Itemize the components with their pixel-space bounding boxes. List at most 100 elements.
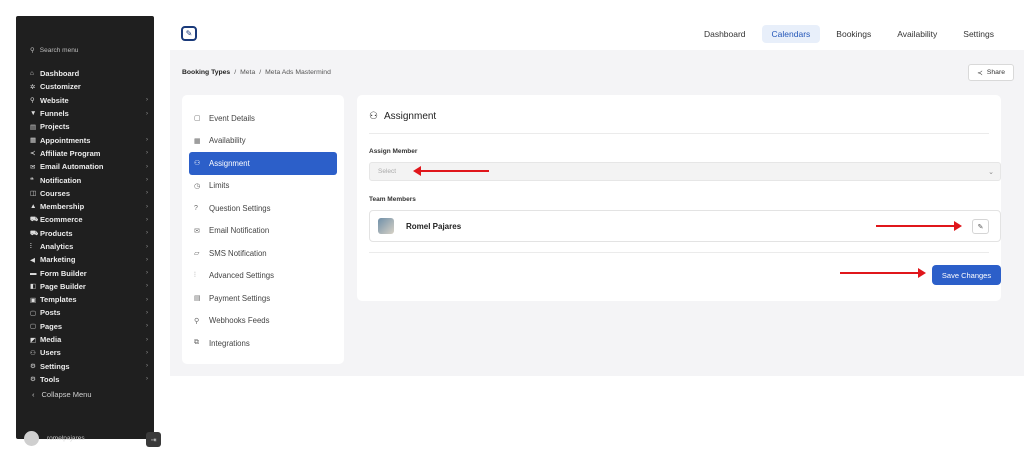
sidebar-item-icon: ⚙ — [30, 376, 36, 384]
chevron-right-icon: › — [146, 203, 148, 210]
nav-tab-availability[interactable]: Availability — [887, 25, 947, 43]
sidebar-item-ecommerce[interactable]: ⛟ Ecommerce › — [30, 213, 148, 226]
sidebar-item-label: Courses — [40, 188, 71, 198]
settings-item-email-notification[interactable]: ✉ Email Notification — [189, 220, 337, 243]
settings-item-advanced-settings[interactable]: ⫶ Advanced Settings — [189, 265, 337, 288]
sidebar-item-courses[interactable]: ◫ Courses › — [30, 187, 148, 200]
settings-item-payment-settings[interactable]: ▤ Payment Settings — [189, 287, 337, 310]
sidebar-item-icon: ✉ — [30, 163, 36, 171]
settings-item-sms-notification[interactable]: ▱ SMS Notification — [189, 242, 337, 265]
sidebar-item-label: Membership — [40, 202, 85, 212]
sidebar-item-products[interactable]: ⛟ Products › — [30, 227, 148, 240]
sidebar-item-funnels[interactable]: ▼ Funnels › — [30, 107, 148, 120]
search-menu[interactable]: ⚲ Search menu — [30, 46, 78, 55]
sidebar-item-label: Marketing — [40, 255, 76, 265]
settings-item-assignment[interactable]: ⚇ Assignment — [189, 152, 337, 175]
settings-item-icon: ▤ — [194, 295, 201, 303]
settings-item-label: Limits — [209, 181, 230, 191]
save-changes-button[interactable]: Save Changes — [932, 265, 1001, 285]
settings-item-question-settings[interactable]: ? Question Settings — [189, 197, 337, 220]
settings-item-icon: ? — [194, 204, 198, 212]
breadcrumb-level2[interactable]: Meta — [240, 69, 255, 76]
sidebar-item-label: Analytics — [40, 242, 74, 251]
chevron-right-icon: › — [146, 230, 148, 237]
sidebar-item-analytics[interactable]: ⫶ Analytics › — [30, 240, 148, 253]
nav-tab-settings[interactable]: Settings — [953, 25, 1004, 43]
app-logo-icon[interactable]: ✎ — [181, 26, 197, 41]
sidebar-item-media[interactable]: ◩ Media › — [30, 333, 148, 346]
settings-item-icon: ⚲ — [194, 317, 200, 325]
sidebar-item-icon: ◫ — [30, 190, 37, 198]
sidebar-item-label: Templates — [40, 295, 77, 305]
settings-item-icon: ✉ — [194, 227, 200, 235]
nav-tab-dashboard[interactable]: Dashboard — [694, 25, 756, 43]
user-profile[interactable]: romelpajares — [24, 431, 85, 446]
settings-item-event-details[interactable]: ▢ Event Details — [189, 107, 337, 130]
sidebar-item-page-builder[interactable]: ◧ Page Builder › — [30, 280, 148, 293]
sidebar-item-label: Media — [40, 335, 62, 345]
settings-item-label: Webhooks Feeds — [209, 316, 270, 326]
nav-tab-bookings[interactable]: Bookings — [826, 25, 881, 43]
edit-member-button[interactable]: ✎ — [972, 219, 989, 234]
sidebar-item-icon: ⚇ — [30, 349, 36, 357]
settings-item-webhooks-feeds[interactable]: ⚲ Webhooks Feeds — [189, 310, 337, 333]
sidebar-item-label: Customizer — [40, 82, 81, 92]
settings-item-label: Assignment — [209, 158, 250, 168]
chevron-right-icon: › — [146, 216, 148, 223]
sidebar-item-label: Form Builder — [40, 268, 87, 278]
logout-button[interactable]: ⇥ — [146, 432, 161, 447]
sidebar-item-form-builder[interactable]: ▬ Form Builder › — [30, 266, 148, 279]
chevron-left-icon: ‹ — [32, 390, 35, 399]
sidebar-item-notification[interactable]: ❝ Notification › — [30, 173, 148, 186]
sidebar-item-icon: ⛟ — [30, 216, 39, 224]
sidebar-item-affiliate-program[interactable]: ≺ Affiliate Program › — [30, 147, 148, 160]
logout-icon: ⇥ — [150, 436, 157, 444]
breadcrumb: Booking Types / Meta / Meta Ads Mastermi… — [182, 69, 331, 76]
chevron-right-icon: › — [146, 163, 148, 170]
sidebar-item-website[interactable]: ⚲ Website › — [30, 94, 148, 107]
share-button[interactable]: ≺ Share — [968, 64, 1014, 81]
sidebar-item-icon: ▦ — [30, 137, 37, 145]
sidebar-item-customizer[interactable]: ✲ Customizer — [30, 80, 142, 93]
divider — [369, 133, 989, 134]
sidebar-item-settings[interactable]: ⚙ Settings › — [30, 360, 148, 373]
sidebar-item-label: Funnels — [40, 109, 69, 119]
sidebar-item-label: Page Builder — [40, 281, 86, 291]
sidebar-item-users[interactable]: ⚇ Users › — [30, 346, 148, 359]
sidebar-item-pages[interactable]: ▢ Pages › — [30, 320, 148, 333]
top-nav: Dashboard Calendars Bookings Availability Se… — [694, 25, 1004, 43]
sidebar-item-email-automation[interactable]: ✉ Email Automation › — [30, 160, 148, 173]
sidebar-item-icon: ▼ — [30, 110, 37, 118]
chevron-right-icon: › — [146, 283, 148, 290]
sidebar-item-label: Settings — [40, 361, 70, 371]
chevron-right-icon: › — [146, 150, 148, 157]
breadcrumb-root[interactable]: Booking Types — [182, 69, 230, 76]
sidebar-item-projects[interactable]: ▤ Projects — [30, 120, 142, 133]
settings-item-icon: ⫶ — [194, 271, 196, 279]
settings-item-icon: ▱ — [194, 250, 200, 258]
sidebar-item-appointments[interactable]: ▦ Appointments › — [30, 133, 148, 146]
sidebar-item-label: Tools — [40, 374, 60, 384]
sidebar-item-icon: ⫶ — [30, 242, 32, 250]
settings-item-label: Advanced Settings — [209, 271, 275, 281]
sidebar-item-marketing[interactable]: ◀ Marketing › — [30, 253, 148, 266]
sidebar-item-posts[interactable]: ▢ Posts › — [30, 306, 148, 319]
top-bar: ✎ Dashboard Calendars Bookings Availability… — [170, 16, 1024, 50]
settings-item-integrations[interactable]: ⧉ Integrations — [189, 332, 337, 355]
settings-item-icon: ⧉ — [194, 339, 199, 347]
settings-item-label: Availability — [209, 136, 246, 146]
chevron-right-icon: › — [146, 363, 148, 370]
settings-item-availability[interactable]: ▦ Availability — [189, 130, 337, 153]
settings-item-limits[interactable]: ◷ Limits — [189, 175, 337, 198]
chevron-down-icon: ⌄ — [988, 168, 994, 176]
settings-item-label: SMS Notification — [209, 248, 267, 258]
sidebar-item-templates[interactable]: ▣ Templates › — [30, 293, 148, 306]
nav-tab-calendars[interactable]: Calendars — [761, 25, 821, 43]
sidebar-item-label: Projects — [40, 122, 70, 132]
sidebar-item-dashboard[interactable]: ⌂ Dashboard — [30, 67, 142, 80]
sidebar-item-membership[interactable]: ▲ Membership › — [30, 200, 148, 213]
collapse-menu-button[interactable]: ‹ Collapse Menu — [32, 390, 92, 399]
sidebar-item-tools[interactable]: ⚙ Tools › — [30, 373, 148, 386]
sidebar-item-label: Users — [40, 348, 61, 358]
sidebar-item-label: Dashboard — [40, 69, 80, 79]
